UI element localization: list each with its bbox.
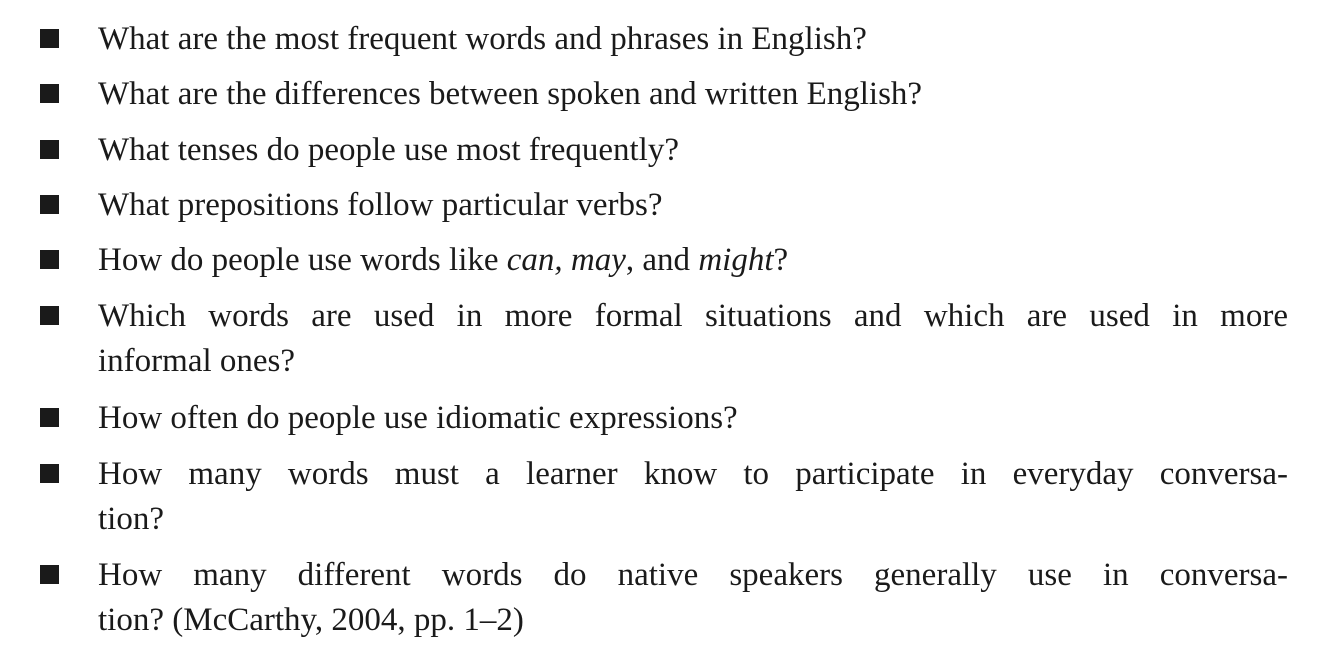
square-bullet-icon xyxy=(40,84,59,103)
list-item-text: What are the differences between spoken … xyxy=(98,76,923,112)
text-line: tion? (McCarthy, 2004, pp. 1–2) xyxy=(98,602,524,638)
square-bullet-icon xyxy=(40,140,59,159)
square-bullet-icon xyxy=(40,408,59,427)
square-bullet-icon xyxy=(40,306,59,325)
text-line: Which words are used in more formal situ… xyxy=(98,298,1288,334)
list-item-text: How many different words do native speak… xyxy=(98,553,1288,643)
list-item-text: Which words are used in more formal situ… xyxy=(98,294,1288,384)
list-item-text: How often do people use idiomatic expres… xyxy=(98,400,738,436)
square-bullet-icon xyxy=(40,565,59,584)
list-item-text: What prepositions follow particular verb… xyxy=(98,187,663,223)
list-item-text: What are the most frequent words and phr… xyxy=(98,21,867,57)
italic-term: might xyxy=(698,242,774,278)
text-segment: , and xyxy=(625,242,699,278)
list-item-text: What tenses do people use most frequentl… xyxy=(98,132,679,168)
text-line: How many words must a learner know to pa… xyxy=(98,456,1288,492)
square-bullet-icon xyxy=(40,250,59,269)
text-line: informal ones? xyxy=(98,343,296,379)
text-line: How many different words do native speak… xyxy=(98,557,1288,593)
list-item-text: How do people use words like can, may, a… xyxy=(98,238,1288,283)
text-line: tion? xyxy=(98,501,164,537)
text-segment: ? xyxy=(773,242,789,278)
square-bullet-icon xyxy=(40,29,59,48)
list-item-text: How many words must a learner know to pa… xyxy=(98,452,1288,542)
italic-term: can, may xyxy=(506,242,626,278)
text-segment: How do people use words like xyxy=(98,242,507,278)
square-bullet-icon xyxy=(40,195,59,214)
square-bullet-icon xyxy=(40,464,59,483)
